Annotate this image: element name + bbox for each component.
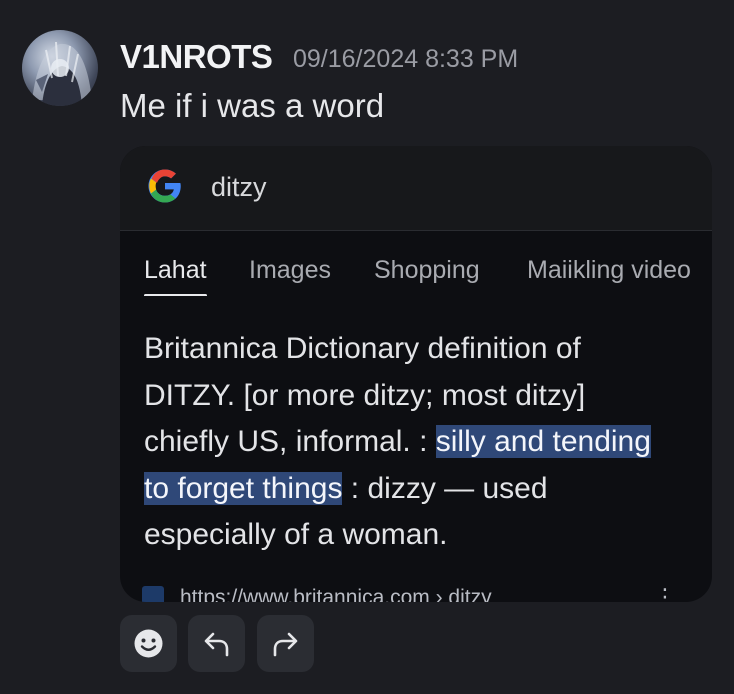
add-reaction-button[interactable] [120, 615, 177, 672]
forward-icon [273, 632, 298, 657]
vertical-dots-icon: ⋮ [654, 584, 676, 602]
reply-icon [204, 632, 229, 657]
britannica-icon [142, 586, 164, 602]
tab-images: Images [249, 256, 331, 284]
tab-lahat: Lahat [144, 256, 207, 296]
user-avatar[interactable] [22, 30, 98, 106]
tab-shopping: Shopping [374, 256, 480, 284]
reply-button[interactable] [188, 615, 245, 672]
chat-message: V1NROTS 09/16/2024 8:33 PM Me if i was a… [0, 0, 734, 694]
emoji-smile-icon [134, 629, 163, 658]
google-g-icon [148, 169, 181, 203]
username[interactable]: V1NROTS [120, 38, 273, 76]
forward-button[interactable] [257, 615, 314, 672]
avatar-image [32, 41, 92, 106]
search-bar: ditzy [120, 146, 712, 231]
image-attachment[interactable]: ditzy Lahat Images Shopping Maiikling vi… [120, 146, 712, 602]
message-timestamp: 09/16/2024 8:33 PM [293, 45, 519, 73]
tab-short-videos: Maiikling video [527, 256, 691, 284]
search-query: ditzy [211, 172, 267, 202]
source-url: https://www.britannica.com › ditzy [180, 586, 492, 602]
message-text: Me if i was a word [120, 87, 385, 124]
search-tabs: Lahat Images Shopping Maiikling video [144, 256, 712, 296]
definition-text: Britannica Dictionary definition of DITZ… [144, 326, 674, 559]
source-link: https://www.britannica.com › ditzy ⋮ [142, 582, 702, 602]
